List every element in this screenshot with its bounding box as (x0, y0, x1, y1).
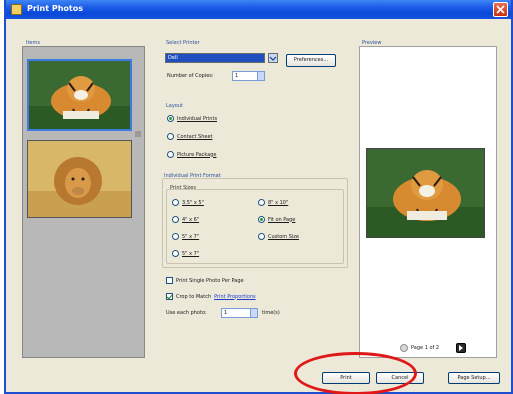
size-option[interactable]: 3.5" x 5" (172, 199, 204, 206)
size-radio[interactable] (172, 199, 179, 206)
size-radio[interactable] (172, 216, 179, 223)
tiger-preview-image (367, 149, 484, 237)
print-button[interactable]: Print (322, 372, 370, 384)
size-label: 5" x 7" (182, 250, 200, 257)
times-label: time(s) (262, 310, 280, 316)
size-option[interactable]: 4" x 6" (172, 216, 199, 223)
copies-spinner[interactable] (257, 71, 265, 81)
size-label: 4" x 6" (182, 216, 200, 223)
use-each-spinner[interactable] (250, 308, 258, 318)
layout-contact-sheet[interactable]: Contact Sheet (167, 133, 213, 140)
next-page-button[interactable] (456, 343, 466, 353)
layout-picture-package[interactable]: Picture Package (167, 151, 217, 158)
select-printer-label: Select Printer (166, 40, 200, 46)
size-radio[interactable] (172, 250, 179, 257)
single-photo-checkbox[interactable] (166, 277, 173, 284)
layout-label: Layout (166, 103, 183, 109)
preferences-button[interactable]: Preferences... (286, 54, 336, 67)
size-label: 8" x 10" (268, 199, 289, 206)
size-option[interactable]: 5" x 7" (172, 233, 199, 240)
copies-label: Number of Copies: (167, 73, 214, 79)
radio-contact-sheet[interactable] (167, 133, 174, 140)
size-option-fit-on-page[interactable]: Fit on Page (258, 216, 295, 223)
size-radio[interactable] (258, 216, 265, 223)
crop-checkbox[interactable] (166, 293, 173, 300)
layout-option-label: Individual Prints (177, 115, 218, 122)
printer-icon (11, 4, 22, 15)
crop-label: Crop to Match (176, 293, 212, 300)
page-indicator: Page 1 of 2 (411, 345, 440, 351)
lion-image (28, 141, 131, 217)
radio-picture-package[interactable] (167, 151, 174, 158)
window-title: Print Photos (27, 4, 83, 13)
page-setup-button[interactable]: Page Setup... (448, 372, 500, 384)
size-radio[interactable] (172, 233, 179, 240)
size-radio[interactable] (258, 233, 265, 240)
preview-photo (366, 148, 485, 238)
size-option[interactable]: 5" x 7" (172, 250, 199, 257)
print-proportions-link[interactable]: Print Proportions (214, 294, 256, 300)
tiger-thumbnail[interactable] (27, 59, 132, 131)
close-icon (496, 5, 505, 14)
printer-select[interactable]: Dell (165, 53, 265, 63)
crop-option[interactable]: Crop to Match Print Proportions (166, 293, 256, 300)
size-option[interactable]: 8" x 10" (258, 199, 288, 206)
use-each-label: Use each photo: (166, 310, 207, 316)
close-button[interactable] (493, 2, 508, 17)
cancel-button[interactable]: Cancel (376, 372, 424, 384)
lion-thumbnail[interactable] (27, 140, 132, 218)
use-each-input[interactable]: 1 (221, 308, 251, 318)
scroll-gripper[interactable] (135, 131, 141, 137)
size-radio[interactable] (258, 199, 265, 206)
size-option-custom[interactable]: Custom Size (258, 233, 299, 240)
size-label: Custom Size (268, 233, 300, 240)
layout-individual-prints[interactable]: Individual Prints (167, 115, 217, 122)
items-list[interactable] (22, 46, 145, 358)
single-photo-option[interactable]: Print Single Photo Per Page (166, 277, 244, 284)
size-label: Fit on Page (268, 216, 296, 223)
size-label: 3.5" x 5" (182, 199, 204, 206)
layout-option-label: Contact Sheet (177, 133, 213, 140)
layout-option-label: Picture Package (177, 151, 217, 158)
copies-input[interactable]: 1 (232, 71, 258, 81)
title-bar[interactable]: Print Photos (6, 0, 511, 19)
radio-individual-prints[interactable] (167, 115, 174, 122)
single-photo-label: Print Single Photo Per Page (176, 277, 244, 284)
size-label: 5" x 7" (182, 233, 200, 240)
printer-dropdown-arrow[interactable] (268, 53, 278, 63)
previous-page-button[interactable] (400, 344, 408, 352)
chevron-down-icon (269, 56, 277, 61)
tiger-image (29, 61, 130, 129)
arrow-right-icon (459, 345, 463, 351)
